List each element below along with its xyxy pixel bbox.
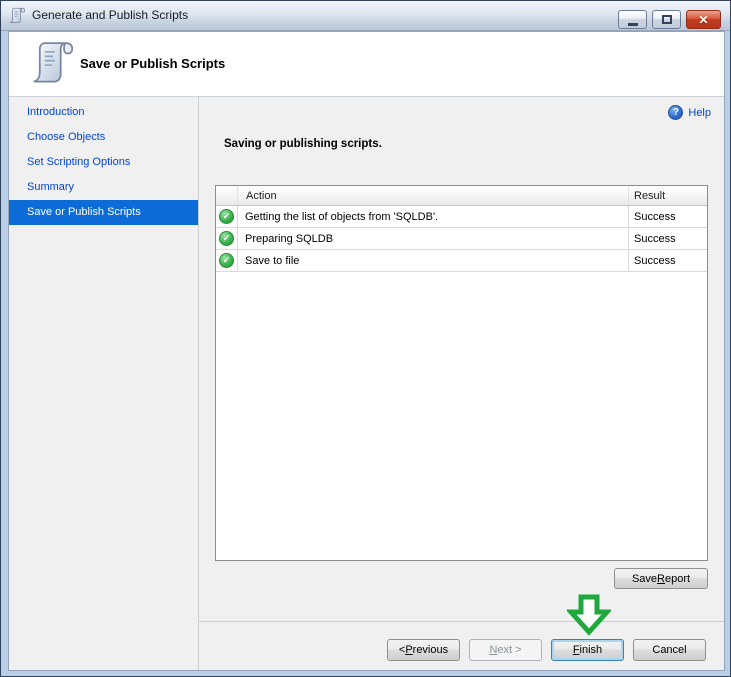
help-icon: ? [668,105,683,120]
cancel-button[interactable]: Cancel [633,639,706,661]
action-cell: Save to file [238,250,629,271]
icon-column-header[interactable] [216,186,238,205]
wizard-window: Generate and Publish Scripts ✕ Save or P… [0,0,731,677]
wizard-steps-sidebar: Introduction Choose Objects Set Scriptin… [9,97,199,670]
status-heading: Saving or publishing scripts. [224,138,382,150]
table-header-row: Action Result [216,186,707,206]
previous-button[interactable]: < Previous [387,639,460,661]
action-cell: Preparing SQLDB [238,228,629,249]
minimize-button[interactable] [618,10,647,29]
finish-button[interactable]: Finish [551,639,624,661]
table-row[interactable]: Getting the list of objects from 'SQLDB'… [216,206,707,228]
wizard-header-banner: Save or Publish Scripts [9,32,724,97]
next-button[interactable]: Next > [469,639,542,661]
minimize-icon [628,23,638,26]
success-check-icon [219,253,234,268]
wizard-content: ? Help Saving or publishing scripts. Act… [199,97,724,670]
table-row[interactable]: Preparing SQLDB Success [216,228,707,250]
wizard-button-bar: < Previous Next > Finish Cancel [199,621,724,670]
titlebar[interactable]: Generate and Publish Scripts ✕ [1,1,730,31]
close-button[interactable]: ✕ [686,10,721,29]
page-title: Save or Publish Scripts [80,32,225,97]
action-cell: Getting the list of objects from 'SQLDB'… [238,206,629,227]
sidebar-item-introduction[interactable]: Introduction [9,100,198,125]
close-icon: ✕ [698,14,708,26]
sidebar-item-choose-objects[interactable]: Choose Objects [9,125,198,150]
save-report-button[interactable]: Save Report [614,568,708,589]
script-scroll-icon [31,39,75,89]
window-controls: ✕ [618,10,721,29]
success-check-icon [219,209,234,224]
sidebar-item-set-scripting-options[interactable]: Set Scripting Options [9,150,198,175]
sidebar-item-summary[interactable]: Summary [9,175,198,200]
result-column-header[interactable]: Result [629,186,707,205]
success-check-icon [219,231,234,246]
action-column-header[interactable]: Action [238,186,629,205]
help-label: Help [688,107,711,119]
window-title: Generate and Publish Scripts [32,1,188,31]
wizard-client-area: Save or Publish Scripts Introduction Cho… [8,31,725,671]
sidebar-item-save-or-publish-scripts[interactable]: Save or Publish Scripts [9,200,198,225]
maximize-icon [662,15,672,24]
maximize-button[interactable] [652,10,681,29]
script-scroll-icon [9,7,26,25]
results-table: Action Result Getting the list of object… [215,185,708,561]
result-cell: Success [629,206,707,227]
result-cell: Success [629,250,707,271]
help-link[interactable]: ? Help [668,105,711,120]
result-cell: Success [629,228,707,249]
table-row[interactable]: Save to file Success [216,250,707,272]
